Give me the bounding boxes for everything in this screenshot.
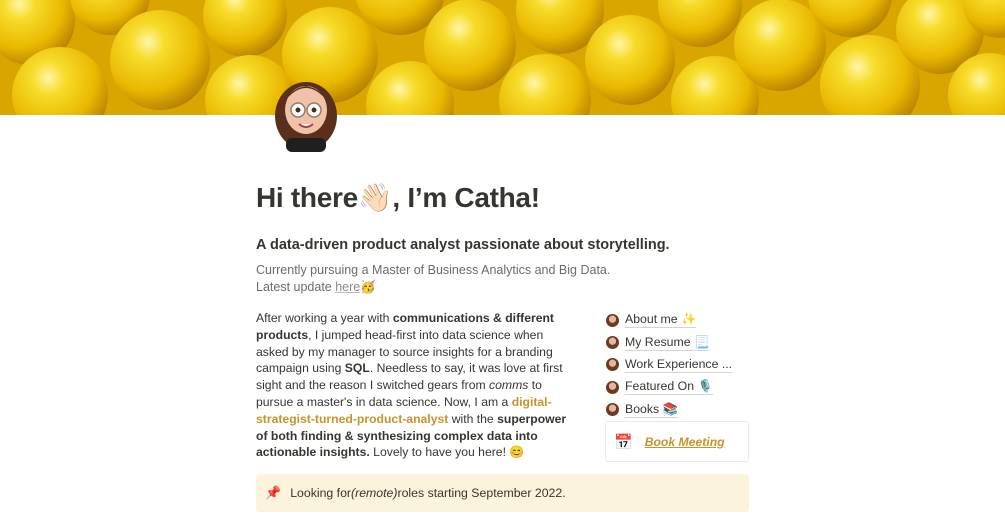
intro-paragraph: After working a year with communications… <box>256 311 567 460</box>
sidebar-item-resume[interactable]: My Resume 📃 <box>606 331 756 353</box>
page-title: Hi there👋🏻, I’m Catha! <box>256 182 540 213</box>
party-emoji: 🥳 <box>360 280 376 294</box>
avatar-icon <box>606 313 619 327</box>
avatar-icon <box>606 380 619 394</box>
callout: 📌 Looking for (remote) roles starting Se… <box>256 474 749 512</box>
book-meeting-label: Book Meeting <box>644 434 725 449</box>
latest-update-link[interactable]: here <box>335 280 360 294</box>
pushpin-icon: 📌 <box>265 485 282 500</box>
avatar <box>272 72 340 152</box>
avatar-icon <box>606 336 619 350</box>
sidebar-item-featured[interactable]: Featured On 🎙️ <box>606 376 756 398</box>
yellow-balls-graphic <box>0 0 1005 115</box>
update-line: Latest update here🥳 <box>256 280 376 294</box>
status-text: Currently pursuing a Master of Business … <box>256 262 610 296</box>
avatar-icon <box>606 358 619 372</box>
program-line: Currently pursuing a Master of Business … <box>256 263 611 277</box>
sidebar-links: About me ✨ My Resume 📃 Work Experience .… <box>606 309 756 421</box>
book-meeting-button[interactable]: 📅 Book Meeting <box>605 421 749 462</box>
page-subtitle: A data-driven product analyst passionate… <box>256 237 670 253</box>
sidebar-item-books[interactable]: Books 📚 <box>606 399 756 421</box>
sidebar-item-work-experience[interactable]: Work Experience ... <box>606 354 756 376</box>
cover-image <box>0 0 1005 115</box>
calendar-icon: 📅 <box>614 433 633 451</box>
sidebar-item-about[interactable]: About me ✨ <box>606 309 756 331</box>
avatar-icon <box>606 403 619 417</box>
